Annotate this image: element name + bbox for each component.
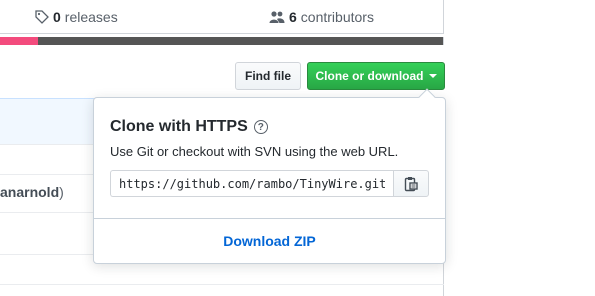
clone-url-group [110, 170, 429, 197]
find-file-label: Find file [245, 69, 291, 83]
download-zip-button[interactable]: Download ZIP [93, 218, 446, 264]
contributors-count: 6 [289, 9, 297, 25]
clone-or-download-button[interactable]: Clone or download [307, 62, 445, 90]
releases-link[interactable]: 0 releases [35, 9, 118, 25]
download-zip-label: Download ZIP [223, 233, 316, 249]
language-segment[interactable] [37, 37, 443, 45]
people-icon [269, 11, 285, 23]
author-name[interactable]: anarnold [0, 184, 59, 200]
file-row[interactable] [0, 284, 444, 296]
commit-author: anarnold) [0, 184, 64, 200]
copy-url-button[interactable] [393, 170, 429, 197]
language-bar[interactable] [0, 37, 444, 45]
caret-down-icon [428, 74, 437, 78]
clone-title-text: Clone with HTTPS [110, 118, 248, 135]
author-suffix: ) [59, 184, 64, 200]
clone-label: Clone or download [315, 69, 424, 83]
contributors-label: contributors [300, 9, 374, 25]
clone-url-input[interactable] [110, 170, 393, 197]
clone-description: Use Git or checkout with SVN using the w… [110, 144, 399, 159]
repo-stats-bar: 0 releases 6 contributors [0, 0, 444, 34]
question-icon[interactable]: ? [253, 120, 268, 134]
clone-dropdown: Clone with HTTPS ? Use Git or checkout w… [93, 88, 446, 264]
language-segment[interactable] [0, 37, 38, 45]
contributors-link[interactable]: 6 contributors [269, 9, 374, 25]
clone-title: Clone with HTTPS ? [110, 118, 268, 136]
dropdown-pointer [418, 88, 436, 106]
clipboard-icon [404, 176, 418, 191]
find-file-button[interactable]: Find file [235, 62, 301, 90]
releases-label: releases [64, 9, 118, 25]
releases-count: 0 [53, 9, 61, 25]
tag-icon [35, 10, 49, 24]
